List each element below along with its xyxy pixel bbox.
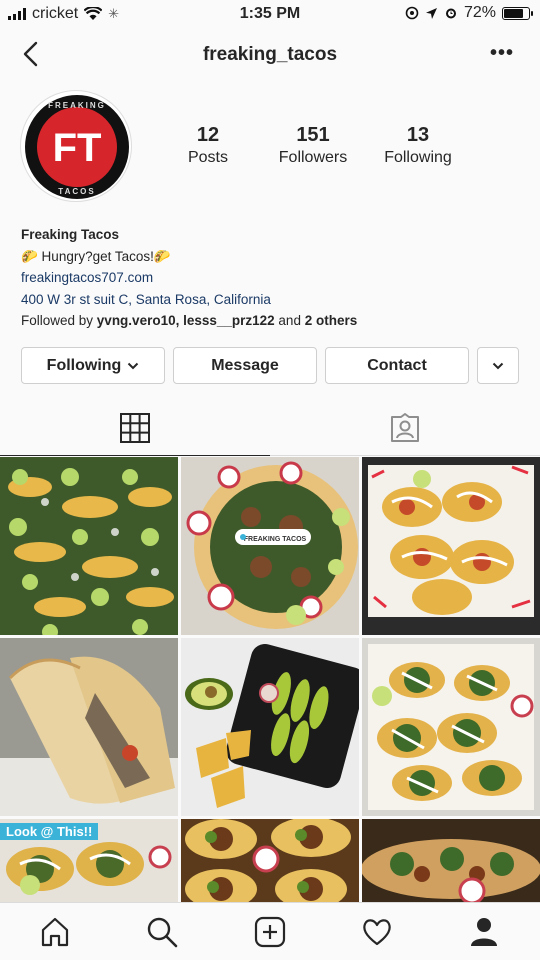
post-image	[181, 638, 359, 816]
posts-count[interactable]: 12 Posts	[160, 124, 256, 167]
post-location-tag: FREAKING TACOS	[244, 536, 307, 543]
tagged-person-icon	[391, 413, 419, 442]
more-options-icon[interactable]: •••	[490, 42, 514, 65]
post-thumbnail[interactable]	[181, 819, 359, 902]
home-icon	[41, 917, 69, 947]
followers-label: Followers	[278, 149, 348, 166]
followed-by-prefix: Followed by	[21, 313, 97, 328]
bio-website-link[interactable]: freakingtacos707.com	[21, 267, 521, 289]
profile-icon	[471, 918, 497, 946]
svg-text:FREAKING: FREAKING	[48, 101, 106, 110]
followers-number: 151	[296, 124, 330, 146]
post-thumbnail[interactable]	[362, 819, 540, 902]
bio-tagline: 🌮 Hungry?get Tacos!🌮	[21, 248, 171, 264]
post-grid: FREAKING TACOS Look @ This!!	[0, 457, 540, 902]
avatar[interactable]: FT FREAKING TACOS	[20, 90, 132, 202]
battery-percent: 72%	[463, 4, 496, 21]
profile-header: freaking_tacos •••	[0, 30, 540, 78]
post-thumbnail[interactable]: FREAKING TACOS	[181, 457, 359, 635]
screen-lock-icon	[405, 6, 419, 20]
nav-new-post[interactable]	[253, 915, 287, 949]
post-thumbnail[interactable]: Look @ This!!	[0, 819, 178, 902]
status-bar: cricket ✳ 1:35 PM 72%	[0, 0, 540, 28]
post-image	[362, 457, 540, 635]
followed-by-and: and	[274, 313, 305, 328]
post-image	[362, 638, 540, 816]
post-thumbnail[interactable]	[0, 457, 178, 635]
post-image: FREAKING TACOS	[181, 457, 359, 635]
nav-profile[interactable]	[467, 915, 501, 949]
following-button-label: Following	[46, 356, 122, 374]
profile-display-name: Freaking Tacos	[21, 227, 120, 242]
followed-by-others: 2 others	[304, 313, 358, 328]
following-label: Following	[384, 149, 452, 166]
action-buttons: Following Message Contact	[21, 347, 519, 385]
post-image	[181, 819, 359, 902]
following-count[interactable]: 13 Following	[370, 124, 466, 167]
post-image	[0, 638, 178, 816]
tab-tagged[interactable]	[270, 400, 540, 456]
search-icon	[147, 917, 178, 948]
location-icon	[425, 7, 437, 19]
profile-username: freaking_tacos	[202, 44, 338, 65]
profile-tabs	[0, 400, 540, 456]
following-number: 13	[406, 124, 430, 146]
status-right: 72%	[405, 4, 533, 22]
add-post-icon	[254, 916, 286, 948]
message-button[interactable]: Message	[173, 347, 317, 384]
followed-by-users: yvng.vero10, lesss__prz122	[96, 313, 275, 328]
followers-count[interactable]: 151 Followers	[256, 124, 370, 167]
contact-button[interactable]: Contact	[325, 347, 469, 384]
followed-by-text[interactable]: Followed by yvng.vero10, lesss__prz122 a…	[21, 310, 521, 332]
svg-text:TACOS: TACOS	[58, 187, 95, 196]
post-thumbnail[interactable]	[181, 638, 359, 816]
post-thumbnail[interactable]	[0, 638, 178, 816]
grid-icon	[120, 412, 150, 443]
post-caption-overlay: Look @ This!!	[0, 823, 99, 840]
profile-stats: 12 Posts 151 Followers 13 Following	[160, 124, 520, 167]
post-image	[0, 457, 178, 635]
svg-text:FT: FT	[53, 126, 102, 170]
chevron-down-icon	[492, 362, 504, 369]
posts-number: 12	[196, 124, 220, 146]
nav-activity[interactable]	[360, 915, 394, 949]
bottom-nav	[0, 902, 540, 960]
alarm-icon	[445, 8, 456, 19]
following-button[interactable]: Following	[21, 347, 165, 384]
chevron-down-icon	[128, 362, 139, 369]
bio-address-link[interactable]: 400 W 3r st suit C, Santa Rosa, Californ…	[21, 289, 521, 311]
battery-icon	[502, 6, 533, 20]
suggested-dropdown-button[interactable]	[477, 347, 519, 384]
posts-label: Posts	[187, 149, 228, 166]
post-thumbnail[interactable]	[362, 457, 540, 635]
heart-icon	[363, 919, 391, 946]
nav-home[interactable]	[38, 915, 72, 949]
profile-bio: Freaking Tacos 🌮 Hungry?get Tacos!🌮 frea…	[21, 224, 521, 332]
post-image	[362, 819, 540, 902]
tab-grid[interactable]	[0, 400, 270, 456]
nav-search[interactable]	[145, 915, 179, 949]
freaking-tacos-logo: FT FREAKING TACOS	[25, 95, 129, 199]
post-thumbnail[interactable]	[362, 638, 540, 816]
